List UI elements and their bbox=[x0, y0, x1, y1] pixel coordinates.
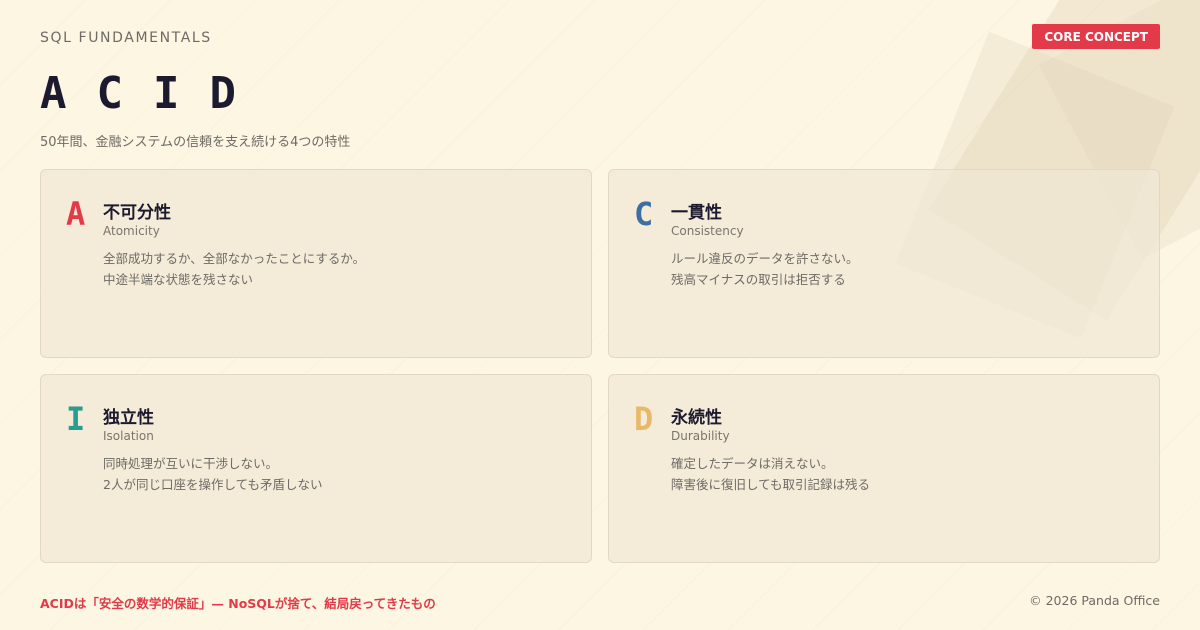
card-title: 永続性 bbox=[671, 408, 722, 428]
copyright-text: © 2026 Panda Office bbox=[1029, 593, 1160, 608]
card-consistency: C 一貫性 Consistency ルール違反のデータを許さない。 残高マイナス… bbox=[608, 169, 1160, 358]
card-title: 一貫性 bbox=[671, 203, 722, 223]
card-description: 確定したデータは消えない。 障害後に復旧しても取引記録は残る bbox=[671, 453, 1141, 495]
card-title: 独立性 bbox=[103, 408, 154, 428]
card-english-term: Atomicity bbox=[103, 224, 160, 238]
card-atomicity: A 不可分性 Atomicity 全部成功するか、全部なかったことにするか。 中… bbox=[40, 169, 592, 358]
card-description-line: 残高マイナスの取引は拒否する bbox=[671, 272, 846, 287]
card-english-term: Consistency bbox=[671, 224, 744, 238]
card-letter: A bbox=[66, 195, 86, 233]
card-isolation: I 独立性 Isolation 同時処理が互いに干渉しない。 2人が同じ口座を操… bbox=[40, 374, 592, 563]
card-english-term: Isolation bbox=[103, 429, 154, 443]
footer-note: ACIDは「安全の数学的保証」— NoSQLが捨て、結局戻ってきたもの bbox=[40, 596, 436, 611]
card-letter: D bbox=[634, 400, 654, 438]
page-title: ACID bbox=[40, 68, 266, 119]
eyebrow-label: SQL FUNDAMENTALS bbox=[40, 30, 212, 46]
card-letter: C bbox=[634, 195, 654, 233]
core-concept-badge: CORE CONCEPT bbox=[1032, 24, 1160, 49]
card-description-line: 確定したデータは消えない。 bbox=[671, 456, 834, 471]
card-description-line: 全部成功するか、全部なかったことにするか。 bbox=[103, 251, 366, 266]
card-description-line: 中途半端な状態を残さない bbox=[103, 272, 254, 287]
card-description: ルール違反のデータを許さない。 残高マイナスの取引は拒否する bbox=[671, 248, 1141, 290]
card-description: 同時処理が互いに干渉しない。 2人が同じ口座を操作しても矛盾しない bbox=[103, 453, 573, 495]
card-description: 全部成功するか、全部なかったことにするか。 中途半端な状態を残さない bbox=[103, 248, 573, 290]
card-durability: D 永続性 Durability 確定したデータは消えない。 障害後に復旧しても… bbox=[608, 374, 1160, 563]
card-title: 不可分性 bbox=[103, 203, 171, 223]
card-description-line: 障害後に復旧しても取引記録は残る bbox=[671, 477, 871, 492]
card-english-term: Durability bbox=[671, 429, 730, 443]
card-letter: I bbox=[66, 400, 86, 438]
page-subtitle: 50年間、金融システムの信頼を支え続ける4つの特性 bbox=[40, 135, 351, 150]
card-description-line: 2人が同じ口座を操作しても矛盾しない bbox=[103, 477, 323, 492]
card-description-line: ルール違反のデータを許さない。 bbox=[671, 251, 859, 266]
card-description-line: 同時処理が互いに干渉しない。 bbox=[103, 456, 279, 471]
